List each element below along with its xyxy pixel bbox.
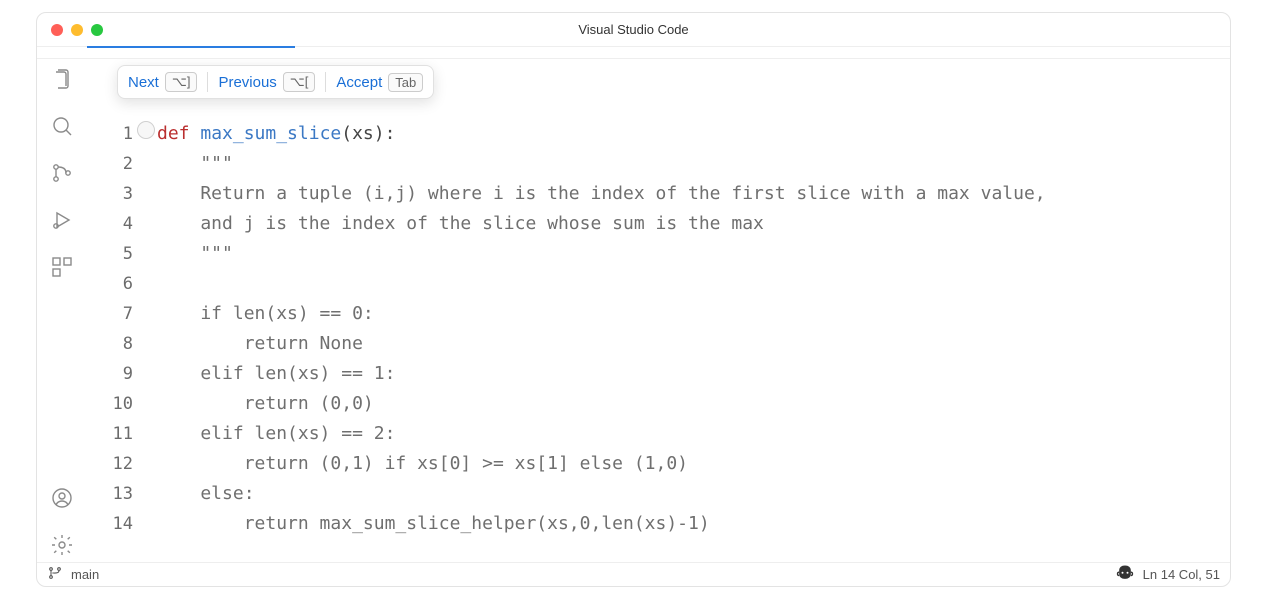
code-line[interactable]: 7 if len(xs) == 0: bbox=[87, 299, 1230, 329]
accounts-icon[interactable] bbox=[50, 486, 74, 515]
settings-gear-icon[interactable] bbox=[50, 533, 74, 562]
editor-area[interactable]: Next ⌥] Previous ⌥[ Accept Tab 1def max_… bbox=[87, 59, 1230, 562]
code-line[interactable]: 5 """ bbox=[87, 239, 1230, 269]
titlebar: Visual Studio Code bbox=[37, 13, 1230, 47]
code-line[interactable]: 13 else: bbox=[87, 479, 1230, 509]
line-number: 12 bbox=[87, 449, 157, 479]
active-tab-indicator bbox=[87, 46, 295, 48]
previous-key-hint: ⌥[ bbox=[283, 72, 316, 92]
window-controls bbox=[51, 24, 103, 36]
branch-icon[interactable] bbox=[47, 565, 63, 584]
line-content[interactable]: return None bbox=[157, 329, 363, 359]
code-line[interactable]: 4 and j is the index of the slice whose … bbox=[87, 209, 1230, 239]
previous-suggestion-button[interactable]: Previous bbox=[218, 74, 276, 91]
code-line[interactable]: 1def max_sum_slice(xs): bbox=[87, 119, 1230, 149]
code-line[interactable]: 3 Return a tuple (i,j) where i is the in… bbox=[87, 179, 1230, 209]
line-number: 6 bbox=[87, 269, 157, 299]
code-line[interactable]: 2 """ bbox=[87, 149, 1230, 179]
copilot-icon[interactable] bbox=[1115, 563, 1135, 586]
line-content[interactable]: and j is the index of the slice whose su… bbox=[157, 209, 764, 239]
tab-bar bbox=[37, 47, 1230, 59]
line-number: 9 bbox=[87, 359, 157, 389]
line-number: 8 bbox=[87, 329, 157, 359]
line-content[interactable]: return max_sum_slice_helper(xs,0,len(xs)… bbox=[157, 509, 710, 539]
line-number: 11 bbox=[87, 419, 157, 449]
line-content[interactable]: return (0,0) bbox=[157, 389, 374, 419]
app-window: Visual Studio Code bbox=[36, 12, 1231, 587]
cursor-position[interactable]: Ln 14 Col, 51 bbox=[1143, 567, 1220, 582]
code-line[interactable]: 10 return (0,0) bbox=[87, 389, 1230, 419]
window-title: Visual Studio Code bbox=[37, 22, 1230, 37]
line-number: 7 bbox=[87, 299, 157, 329]
line-number: 14 bbox=[87, 509, 157, 539]
search-icon[interactable] bbox=[50, 114, 74, 143]
line-content[interactable]: if len(xs) == 0: bbox=[157, 299, 374, 329]
main-body: Next ⌥] Previous ⌥[ Accept Tab 1def max_… bbox=[37, 59, 1230, 562]
toolbar-separator bbox=[207, 72, 208, 92]
code-line[interactable]: 6 bbox=[87, 269, 1230, 299]
line-content[interactable]: def max_sum_slice(xs): bbox=[157, 119, 395, 149]
code-line[interactable]: 11 elif len(xs) == 2: bbox=[87, 419, 1230, 449]
code-line[interactable]: 14 return max_sum_slice_helper(xs,0,len(… bbox=[87, 509, 1230, 539]
accept-suggestion-button[interactable]: Accept bbox=[336, 74, 382, 91]
line-number: 3 bbox=[87, 179, 157, 209]
line-content[interactable]: return (0,1) if xs[0] >= xs[1] else (1,0… bbox=[157, 449, 688, 479]
line-content[interactable]: Return a tuple (i,j) where i is the inde… bbox=[157, 179, 1046, 209]
line-number: 4 bbox=[87, 209, 157, 239]
branch-name[interactable]: main bbox=[71, 567, 99, 582]
minimize-window-button[interactable] bbox=[71, 24, 83, 36]
inline-suggest-toolbar: Next ⌥] Previous ⌥[ Accept Tab bbox=[117, 65, 434, 99]
line-content[interactable]: """ bbox=[157, 239, 233, 269]
next-suggestion-button[interactable]: Next bbox=[128, 74, 159, 91]
line-number: 13 bbox=[87, 479, 157, 509]
next-key-hint: ⌥] bbox=[165, 72, 198, 92]
code-line[interactable]: 9 elif len(xs) == 1: bbox=[87, 359, 1230, 389]
maximize-window-button[interactable] bbox=[91, 24, 103, 36]
extensions-icon[interactable] bbox=[50, 255, 74, 284]
line-number: 1 bbox=[87, 119, 157, 149]
code-editor[interactable]: 1def max_sum_slice(xs):2 """3 Return a t… bbox=[87, 119, 1230, 562]
line-number: 5 bbox=[87, 239, 157, 269]
run-debug-icon[interactable] bbox=[50, 208, 74, 237]
activity-bar bbox=[37, 59, 87, 562]
close-window-button[interactable] bbox=[51, 24, 63, 36]
toolbar-separator bbox=[325, 72, 326, 92]
status-bar: main Ln 14 Col, 51 bbox=[37, 562, 1230, 586]
line-content[interactable]: elif len(xs) == 2: bbox=[157, 419, 395, 449]
line-content[interactable]: else: bbox=[157, 479, 255, 509]
explorer-icon[interactable] bbox=[50, 67, 74, 96]
line-number: 2 bbox=[87, 149, 157, 179]
source-control-icon[interactable] bbox=[50, 161, 74, 190]
line-content[interactable]: """ bbox=[157, 149, 233, 179]
line-number: 10 bbox=[87, 389, 157, 419]
code-line[interactable]: 8 return None bbox=[87, 329, 1230, 359]
accept-key-hint: Tab bbox=[388, 73, 423, 92]
line-content[interactable]: elif len(xs) == 1: bbox=[157, 359, 395, 389]
code-line[interactable]: 12 return (0,1) if xs[0] >= xs[1] else (… bbox=[87, 449, 1230, 479]
